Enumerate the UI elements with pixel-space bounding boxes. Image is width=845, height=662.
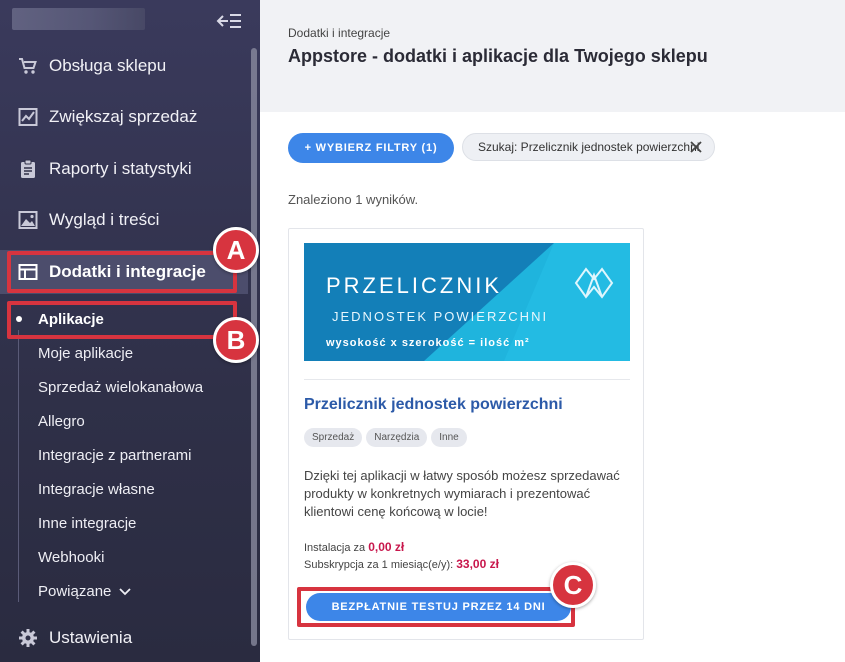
sidebar-item-obsluga-sklepu[interactable]: Obsługa sklepu [0, 44, 248, 88]
submenu-guide-line [18, 330, 19, 602]
subscription-price-label: Subskrypcja za 1 miesiąc(e/y): [304, 559, 454, 571]
image-icon [18, 210, 38, 230]
search-chip-label: Szukaj: Przelicznik jednostek powierzchn… [478, 140, 700, 154]
install-price-row: Instalacja za 0,00 zł [304, 540, 404, 554]
sidebar-item-wyglad[interactable]: Wygląd i treści [0, 198, 248, 242]
choose-filters-button[interactable]: + WYBIERZ FILTRY (1) [288, 133, 454, 163]
install-price-label: Instalacja za [304, 542, 366, 554]
page-title: Appstore - dodatki i aplikacje dla Twoje… [288, 46, 708, 66]
clipboard-icon [18, 159, 38, 179]
app-title-link[interactable]: Przelicznik jednostek powierzchni [304, 396, 563, 414]
sidebar-item-label: Wygląd i treści [49, 210, 160, 229]
subitem-label: Powiązane [38, 583, 112, 600]
subscription-price-row: Subskrypcja za 1 miesiąc(e/y): 33,00 zł [304, 557, 499, 571]
shop-logo[interactable] [12, 8, 145, 30]
sidebar-item-zwiekszaj-sprzedaz[interactable]: Zwiększaj sprzedaż [0, 95, 248, 139]
highlight-box-b [7, 301, 237, 339]
subscription-price-value: 33,00 zł [456, 557, 499, 571]
subitem-integracje-z-partnerami[interactable]: Integracje z partnerami [38, 446, 191, 466]
chevron-down-icon [119, 582, 132, 602]
sidebar-item-label: Ustawienia [49, 628, 133, 647]
sidebar-item-ustawienia[interactable]: Ustawienia [0, 616, 248, 660]
subitem-integracje-wlasne[interactable]: Integracje własne [38, 480, 155, 500]
marker-b: B [213, 317, 259, 363]
banner-line-3: wysokość x szerokość = ilość m² [325, 337, 530, 349]
sidebar-item-raporty[interactable]: Raporty i statystyki [0, 147, 248, 191]
install-price-value: 0,00 zł [368, 540, 405, 554]
results-count: Znaleziono 1 wyników. [288, 192, 419, 207]
marker-c: C [550, 562, 596, 608]
subitem-allegro[interactable]: Allegro [38, 412, 85, 432]
banner-line-2: JEDNOSTEK POWIERZCHNI [332, 309, 548, 324]
subitem-sprzedaz-wielokanalowa[interactable]: Sprzedaż wielokanałowa [38, 378, 203, 398]
tag-narzedzia[interactable]: Narzędzia [366, 428, 428, 447]
app-tags: Sprzedaż Narzędzia Inne [304, 428, 467, 447]
page-header: Dodatki i integracje Appstore - dodatki … [260, 0, 845, 112]
subitem-webhooki[interactable]: Webhooki [38, 548, 104, 568]
breadcrumb[interactable]: Dodatki i integracje [288, 26, 390, 40]
app-banner[interactable]: PRZELICZNIK JEDNOSTEK POWIERZCHNI wysoko… [304, 243, 630, 361]
cart-icon [18, 56, 38, 76]
card-divider [304, 379, 630, 380]
chart-icon [18, 107, 38, 127]
subitem-powiazane[interactable]: Powiązane [38, 582, 132, 602]
sidebar-item-label: Obsługa sklepu [49, 56, 167, 75]
app-description: Dzięki tej aplikacji w łatwy sposób może… [304, 468, 620, 519]
marker-a: A [213, 227, 259, 273]
search-filter-chip[interactable]: Szukaj: Przelicznik jednostek powierzchn… [462, 133, 715, 161]
banner-line-1: PRZELICZNIK [326, 273, 502, 298]
collapse-sidebar-icon[interactable] [216, 12, 242, 30]
highlight-box-a [7, 251, 237, 293]
highlight-box-c [297, 587, 575, 627]
subitem-moje-aplikacje[interactable]: Moje aplikacje [38, 344, 133, 364]
tag-sprzedaz[interactable]: Sprzedaż [304, 428, 363, 447]
sidebar-header [0, 0, 260, 44]
sidebar-item-label: Raporty i statystyki [49, 159, 192, 178]
close-icon[interactable] [689, 140, 703, 154]
tag-inne[interactable]: Inne [431, 428, 467, 447]
sidebar-item-label: Zwiększaj sprzedaż [49, 107, 198, 126]
gear-icon [18, 628, 38, 648]
main-content: Dodatki i integracje Appstore - dodatki … [260, 0, 845, 662]
subitem-inne-integracje[interactable]: Inne integracje [38, 514, 136, 534]
